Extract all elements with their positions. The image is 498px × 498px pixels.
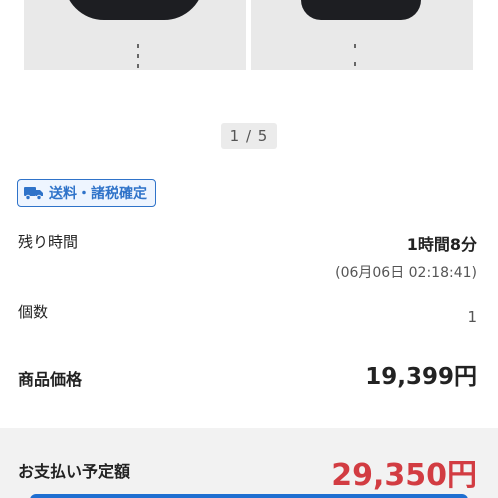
- item-price-label: 商品価格: [18, 370, 83, 389]
- truck-icon: [24, 187, 43, 200]
- shipping-tax-fixed-badge: 送料・諸税確定: [17, 179, 156, 207]
- badge-label: 送料・諸税確定: [49, 186, 147, 202]
- payment-amount: 29,350円: [331, 458, 477, 493]
- photo-detail: [137, 54, 139, 58]
- product-image-gallery[interactable]: [0, 0, 498, 72]
- quantity-label: 個数: [18, 303, 49, 321]
- time-remaining-value: 1時間8分: [406, 235, 477, 254]
- time-remaining-label: 残り時間: [18, 233, 79, 251]
- photo-detail: [137, 44, 139, 48]
- photo-detail: [137, 64, 139, 68]
- payment-label: お支払い予定額: [18, 462, 131, 481]
- product-photo-2[interactable]: [251, 0, 473, 70]
- image-pager: 1 / 5: [221, 123, 277, 149]
- item-price-value: 19,399円: [365, 364, 477, 390]
- photo-detail: [354, 44, 356, 48]
- garment-image: [64, 0, 204, 20]
- deadline-datetime: (06月06日 02:18:41): [335, 265, 477, 281]
- garment-image: [301, 0, 421, 20]
- payment-summary: お支払い予定額 29,350円: [0, 428, 498, 498]
- photo-detail: [354, 62, 356, 66]
- quantity-value: 1: [467, 308, 477, 326]
- purchase-button[interactable]: [30, 494, 468, 498]
- product-photo-1[interactable]: [24, 0, 246, 70]
